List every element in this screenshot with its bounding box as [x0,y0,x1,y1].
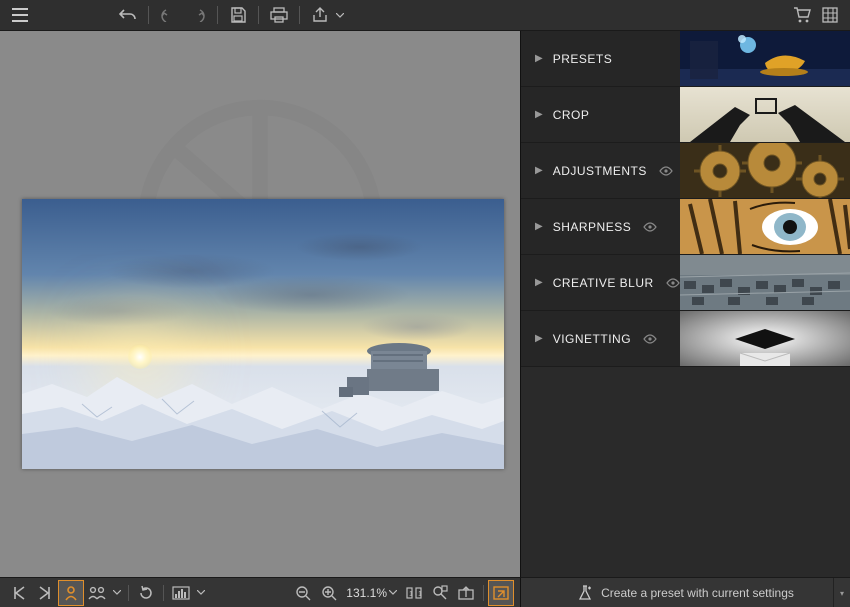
compare-view-button[interactable] [84,580,110,606]
create-preset-button[interactable]: Create a preset with current settings ▾ [520,577,850,607]
top-toolbar [0,0,850,31]
chevron-right-icon: ▶ [535,53,543,64]
menu-button[interactable] [6,1,34,29]
panel-thumb-city [680,255,850,310]
zoom-level[interactable]: 131.1% [342,586,401,600]
chevron-right-icon: ▶ [535,109,543,120]
svg-text:1: 1 [418,591,422,598]
panel-thumb-lamp [680,31,850,86]
zoom-in-button[interactable] [316,580,342,606]
panel-vignetting[interactable]: ▶ VIGNETTING [521,311,850,367]
visibility-eye-icon[interactable] [659,166,673,176]
rotate-button[interactable] [133,580,159,606]
toolbar-divider [258,6,259,24]
share-dropdown-button[interactable] [334,13,346,18]
panel-label: SHARPNESS [553,220,632,234]
bottom-toolbar: 131.1% 11 [0,577,520,607]
single-view-button[interactable] [58,580,84,606]
side-panel: ▶ PRESETS [520,31,850,577]
visibility-eye-icon[interactable] [643,222,657,232]
redo-forward-button[interactable] [183,1,211,29]
panel-label: CREATIVE BLUR [553,276,654,290]
chevron-right-icon: ▶ [535,165,543,176]
toolbar-divider [299,6,300,24]
chevron-down-icon [389,590,397,595]
panel-label: CROP [553,108,590,122]
toolbar-divider [217,6,218,24]
chevron-right-icon: ▶ [535,221,543,232]
grid-view-button[interactable] [816,1,844,29]
compare-dropdown[interactable] [110,580,124,606]
redo-back-button[interactable] [155,1,183,29]
histogram-dropdown[interactable] [194,580,208,606]
zoom-value: 131.1% [346,586,387,600]
panel-presets[interactable]: ▶ PRESETS [521,31,850,87]
panel-crop[interactable]: ▶ CROP [521,87,850,143]
flask-icon [577,585,593,601]
toolbar-divider [483,585,484,601]
undo-button[interactable] [114,1,142,29]
process-button[interactable] [488,580,514,606]
print-button[interactable] [265,1,293,29]
histogram-button[interactable] [168,580,194,606]
visibility-eye-icon[interactable] [666,278,680,288]
zoom-actual-button[interactable]: 11 [401,580,427,606]
save-button[interactable] [224,1,252,29]
create-preset-label: Create a preset with current settings [601,586,794,600]
panel-label: VIGNETTING [553,332,631,346]
panel-sharpness[interactable]: ▶ SHARPNESS [521,199,850,255]
panel-thumb-tiger [680,199,850,254]
svg-text:1: 1 [409,591,413,598]
export-button[interactable] [453,580,479,606]
toolbar-divider [128,585,129,601]
first-image-button[interactable] [6,580,32,606]
next-image-button[interactable] [32,580,58,606]
toolbar-divider [148,6,149,24]
preview-image[interactable] [22,199,504,469]
visibility-eye-icon[interactable] [643,334,657,344]
canvas-area [0,31,520,577]
cart-button[interactable] [788,1,816,29]
create-preset-dropdown[interactable]: ▾ [833,578,850,607]
panel-adjustments[interactable]: ▶ ADJUSTMENTS [521,143,850,199]
toolbar-divider [163,585,164,601]
chevron-right-icon: ▶ [535,277,543,288]
panel-thumb-gears [680,143,850,198]
panel-label: PRESETS [553,52,613,66]
panel-thumb-bowtie [680,311,850,366]
panel-label: ADJUSTMENTS [553,164,647,178]
panel-thumb-hands [680,87,850,142]
zoom-fit-button[interactable] [427,580,453,606]
panel-creative-blur[interactable]: ▶ CREATIVE BLUR [521,255,850,311]
share-button[interactable] [306,1,334,29]
zoom-out-button[interactable] [290,580,316,606]
chevron-right-icon: ▶ [535,333,543,344]
